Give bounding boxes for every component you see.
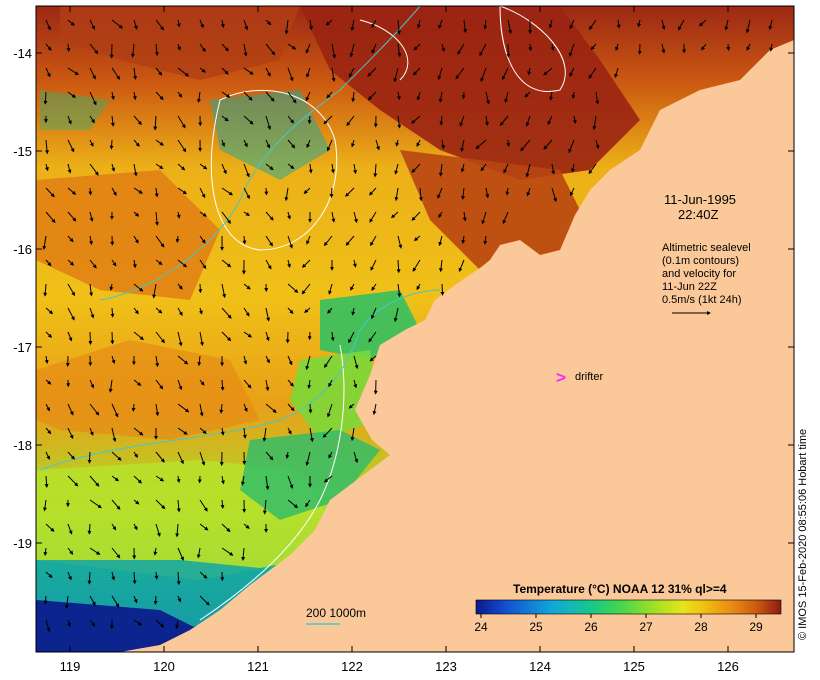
velocity-arrow [87,571,92,585]
velocity-arrow [528,43,533,52]
date-line-1: 11-Jun-1995 [664,192,736,207]
x-tick-label: 120 [153,659,175,674]
velocity-arrow [87,451,92,464]
colorbar-tick-label: 28 [694,620,708,634]
velocity-arrow [506,139,511,147]
velocity-arrow [242,235,247,245]
colorbar-tick-label: 29 [749,620,763,634]
colorbar [475,599,782,615]
y-tick-label: -18 [13,438,32,453]
y-tick-label: -14 [13,46,32,61]
map-area [36,6,794,652]
sst-map: 119 120 121 122 123 124 125 126 -14 -15 -16 -17 -18… [13,5,795,674]
velocity-arrow [329,187,334,199]
legend-note-line: Altimetric sealevel [662,242,751,254]
velocity-arrow [43,595,48,605]
velocity-arrow [109,139,114,150]
x-tick-label: 122 [341,659,363,674]
velocity-arrow [308,403,313,414]
velocity-arrow [88,331,93,346]
velocity-arrow [88,187,93,196]
velocity-arrow [43,91,48,105]
date-line-2: 22:40Z [678,207,719,222]
legend-note-line: and velocity for [662,268,736,280]
colorbar-tick-label: 24 [474,620,488,634]
y-tick-label: -15 [13,144,32,159]
velocity-arrow [307,115,312,125]
velocity-arrow [131,403,136,412]
velocity-arrow [153,595,158,605]
x-tick-label: 124 [529,659,551,674]
colorbar-tick-label: 27 [639,620,653,634]
y-tick-label: -17 [13,340,32,355]
legend-note-line: 11-Jun 22Z [662,281,717,293]
colorbar-title: Temperature (°C) NOAA 12 31% ql>=4 [513,582,727,596]
velocity-arrow [461,91,466,100]
drifter-marker: > [556,368,566,387]
y-tick-label: -16 [13,242,32,257]
x-tick-label: 121 [247,659,269,674]
velocity-arrow [440,283,445,296]
velocity-arrow [198,283,203,294]
legend-note-line: (0.1m contours) [662,255,739,267]
velocity-arrow [264,187,269,196]
x-tick-label: 125 [623,659,645,674]
drifter-label: drifter [575,371,603,383]
bathymetry-label: 200 1000m [306,606,366,620]
velocity-arrow [87,523,92,535]
y-tick-label: -19 [13,536,32,551]
colorbar-tick-label: 26 [584,620,598,634]
x-tick-label: 119 [60,659,81,674]
colorbar-tick-label: 25 [529,620,543,634]
copyright-note: © IMOS 15-Feb-2020 08:55:06 Hobart time [797,428,809,640]
velocity-arrow [726,43,731,51]
x-tick-label: 126 [717,659,739,674]
velocity-arrow [110,307,115,318]
x-tick-label: 123 [435,659,457,674]
velocity-arrow [110,331,115,345]
legend-note-line: 0.5m/s (1kt 24h) [662,294,741,306]
